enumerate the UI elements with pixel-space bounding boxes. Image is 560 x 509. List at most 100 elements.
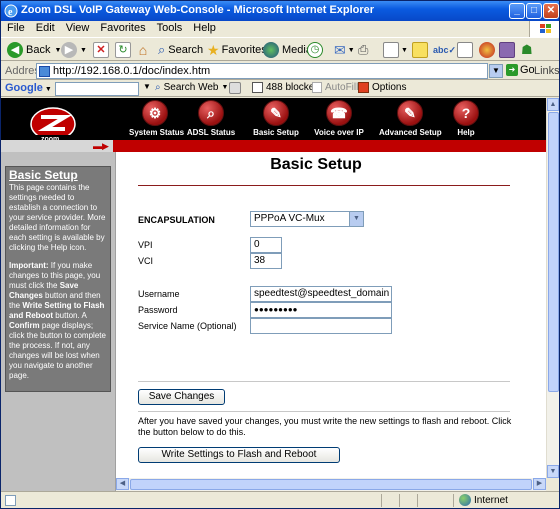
write-flash-reboot-button[interactable]: Write Settings to Flash and Reboot [138,447,340,463]
options-icon [358,82,369,93]
options-label: Options [372,82,407,93]
favorites-label: Favorites [221,44,267,56]
google-toolbar: Google ▼ ▼ ⌕ Search Web ▼ 488 blocked Aut… [1,81,559,97]
people-icon: ☗ [521,42,533,57]
search-label: Search [168,44,204,56]
history-button[interactable]: ◷ [307,40,323,60]
refresh-icon: ↻ [115,42,131,58]
address-bar: Address http://192.168.0.1/doc/index.htm… [1,62,560,80]
scroll-right-icon[interactable]: ▶ [533,478,546,490]
edit-button[interactable]: ▼ [383,40,408,60]
discuss-button[interactable] [412,40,428,60]
menu-tools[interactable]: Tools [151,21,188,34]
options-button[interactable]: Options [358,82,406,93]
close-button[interactable]: ✕ [543,3,559,19]
address-dropdown-button[interactable]: ▼ [489,64,503,78]
horizontal-scrollbar[interactable]: ◀ ▶ [116,478,546,491]
zoom-logo: zoom [29,107,77,142]
go-button[interactable]: ➜ Go [506,64,535,76]
google-logo[interactable]: Google ▼ [5,82,52,94]
notes-icon [412,42,428,58]
chevron-down-icon: ▼ [349,212,363,226]
star-icon: ★ [207,41,220,58]
back-button[interactable]: ◀ Back ▼ [7,40,61,60]
nav-basic-setup[interactable]: ✎ Basic Setup [253,98,299,140]
address-input[interactable]: http://192.168.0.1/doc/index.htm [36,63,488,79]
menu-bar: File Edit View Favorites Tools Help [1,21,559,37]
forward-arrow-icon: ▶ [61,42,77,58]
chevron-down-icon: ▼ [44,86,52,93]
help-sidebar: Basic Setup This page contains the setti… [1,152,116,491]
password-input[interactable]: ●●●●●●●●● [250,302,392,318]
messenger-icon [479,42,495,58]
svg-text:e: e [8,7,13,18]
title-bar: e Zoom DSL VoIP Gateway Web-Console - Mi… [1,1,559,21]
nav-help[interactable]: ? Help [451,98,481,140]
nav-adsl-status[interactable]: ⌕ ADSL Status [185,98,237,140]
browser-window: e Zoom DSL VoIP Gateway Web-Console - Mi… [0,0,560,509]
button-divider [138,411,510,412]
refresh-button[interactable]: ↻ [115,40,131,60]
spellcheck-button[interactable]: abc✓ [433,40,456,60]
scroll-left-icon[interactable]: ◀ [116,478,129,490]
status-divider [453,494,454,507]
search-button[interactable]: ⌕ Search [158,40,203,60]
nav-system-status[interactable]: ⚙ System Status [129,98,184,140]
save-changes-button[interactable]: Save Changes [138,389,225,405]
media-button[interactable]: Media [263,40,312,60]
form-divider [138,381,510,382]
scroll-up-icon[interactable]: ▲ [547,98,559,111]
adsl-status-icon: ⌕ [198,100,224,126]
username-input[interactable]: speedtest@speedtest_domain [250,286,392,302]
arrow-right-icon: ▬▶ [93,141,109,151]
search-web-label: Search Web [163,82,219,93]
autofill-label: AutoFill [325,82,359,93]
stop-button[interactable]: ✕ [93,40,109,60]
menu-file[interactable]: File [1,21,30,34]
menu-help[interactable]: Help [187,21,221,34]
help-icon: ? [453,100,479,126]
menu-edit[interactable]: Edit [30,21,60,34]
msn-button[interactable]: ☗ [521,40,533,60]
reboot-note: After you have saved your changes, you m… [138,416,512,437]
go-arrow-icon: ➜ [506,64,518,76]
vertical-scroll-thumb[interactable] [548,112,559,392]
horizontal-scroll-thumb[interactable] [130,479,532,490]
nav-voice-over-ip[interactable]: ☎ Voice over IP [314,98,364,140]
messenger-button[interactable] [479,40,495,60]
menu-favorites[interactable]: Favorites [94,21,150,34]
encapsulation-label: ENCAPSULATION [138,215,215,225]
favorites-button[interactable]: ★ Favorites [207,40,267,60]
mail-icon: ✉ [334,41,346,58]
vci-input[interactable]: 38 [250,253,282,269]
print-button[interactable]: ⎙ [358,40,368,60]
links-button[interactable]: Links [534,65,560,77]
forward-button[interactable]: ▶ ▼ [61,40,87,60]
status-divider [381,494,382,507]
printer-icon: ⎙ [358,42,369,57]
search-web-button[interactable]: ⌕ Search Web ▼ [155,82,228,93]
vpi-input[interactable]: 0 [250,237,282,253]
google-dropdown[interactable]: ▼ [143,82,151,91]
popup-blocker-button[interactable]: 488 blocked [252,82,320,93]
scroll-down-icon[interactable]: ▼ [547,465,559,478]
pagerank-button[interactable] [229,82,241,94]
maximize-button[interactable]: □ [526,3,542,19]
ie-icon: e [4,4,18,18]
service-name-input[interactable] [250,318,392,334]
mail-button[interactable]: ✉ ▼ [334,40,355,60]
password-label: Password [138,305,178,315]
tools-button[interactable] [499,40,515,60]
home-button[interactable]: ⌂ [135,40,151,60]
google-search-input[interactable] [55,82,139,96]
menu-view[interactable]: View [60,21,95,34]
research-button[interactable] [457,40,473,60]
autofill-button[interactable]: AutoFill [312,82,358,93]
minimize-button[interactable]: _ [509,3,525,19]
chevron-down-icon: ▼ [492,66,500,75]
encapsulation-select[interactable]: PPPoA VC-Mux ▼ [250,211,364,227]
globe-icon [459,494,471,506]
vertical-scrollbar[interactable]: ▲ ▼ [546,98,559,478]
nav-advanced-setup[interactable]: ✎ Advanced Setup [379,98,442,140]
page-done-icon [5,495,16,506]
